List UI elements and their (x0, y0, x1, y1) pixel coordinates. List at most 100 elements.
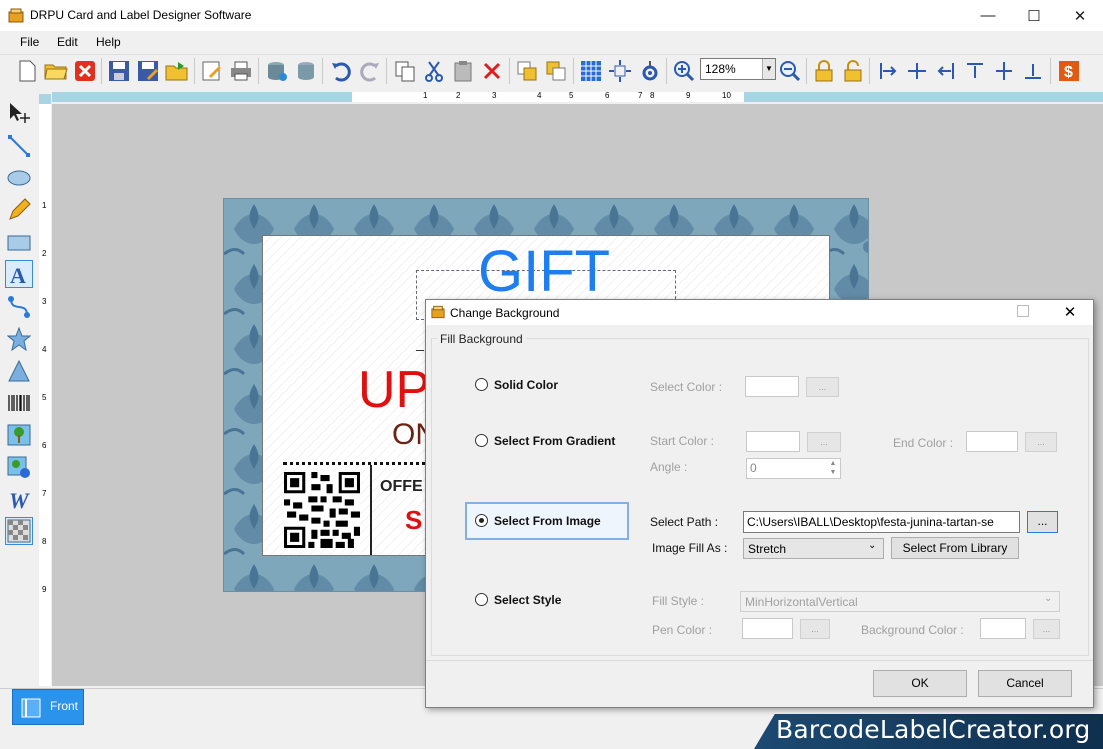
star-tool[interactable] (5, 325, 33, 353)
toolbar-separator (666, 58, 667, 84)
chevron-down-icon[interactable]: ▼ (762, 59, 775, 79)
align-bottom-button[interactable] (1020, 58, 1046, 84)
ellipse-icon (7, 170, 31, 186)
end-color-button: ... (1025, 432, 1057, 452)
image-path-input[interactable]: C:\Users\IBALL\Desktop\festa-junina-tart… (743, 511, 1020, 533)
undo-button[interactable] (328, 58, 354, 84)
print-button[interactable] (228, 58, 254, 84)
paste-icon (454, 61, 472, 82)
select-from-library-button[interactable]: Select From Library (891, 537, 1019, 559)
menu-help[interactable]: Help (96, 35, 121, 49)
line-icon (8, 135, 30, 157)
toolbar-separator (869, 58, 870, 84)
grid-button[interactable] (578, 58, 604, 84)
triangle-tool[interactable] (5, 357, 33, 385)
window-title: DRPU Card and Label Designer Software (30, 8, 252, 22)
close-button[interactable]: ✕ (1057, 0, 1103, 31)
ok-button[interactable]: OK (873, 670, 967, 697)
ruler-mark: 1 (423, 91, 428, 100)
save-button[interactable] (106, 58, 132, 84)
unlock-button[interactable] (840, 58, 866, 84)
toolbar-separator (806, 58, 807, 84)
align-top-button[interactable] (962, 58, 988, 84)
edit-properties-button[interactable] (199, 58, 225, 84)
delete-x-icon (483, 62, 501, 80)
offer-text[interactable]: OFFE (380, 478, 423, 496)
chevron-down-icon: ⌄ (868, 540, 877, 551)
zoom-in-button[interactable] (671, 58, 697, 84)
zoom-out-button[interactable] (777, 58, 803, 84)
align-right-button[interactable] (933, 58, 959, 84)
curve-icon (8, 296, 30, 318)
export-button[interactable] (164, 58, 190, 84)
image-fill-as-select[interactable]: Stretch (743, 538, 884, 559)
new-button[interactable] (14, 58, 40, 84)
qr-code[interactable] (284, 472, 360, 548)
image-library-tool[interactable] (5, 453, 33, 481)
align-center-button[interactable] (904, 58, 930, 84)
gradient-label: Select From Gradient (494, 434, 616, 448)
gift-text[interactable]: GIFT (478, 238, 610, 305)
line-tool[interactable] (5, 132, 33, 160)
curve-tool[interactable] (5, 293, 33, 321)
pencil-tool[interactable] (5, 196, 33, 224)
toolbar-separator (322, 58, 323, 84)
dialog-close-button[interactable]: ✕ (1056, 300, 1084, 325)
buy-button[interactable]: $ (1056, 58, 1082, 84)
settings-button[interactable] (636, 58, 662, 84)
rectangle-tool[interactable] (5, 229, 33, 257)
solid-color-label: Solid Color (494, 378, 558, 392)
bring-front-button[interactable] (514, 58, 540, 84)
close-file-button[interactable] (72, 58, 98, 84)
database-button[interactable] (293, 58, 319, 84)
minimize-button[interactable]: — (965, 0, 1011, 31)
zoom-out-icon (780, 61, 801, 82)
text-tool[interactable]: A (5, 260, 33, 288)
toolbar-separator (101, 58, 102, 84)
maximize-button[interactable]: ☐ (1011, 0, 1057, 31)
redo-button[interactable] (357, 58, 383, 84)
align-middle-button[interactable] (991, 58, 1017, 84)
align-bottom-icon (1025, 64, 1041, 79)
upto-text[interactable]: UP (358, 360, 430, 420)
word-art-tool[interactable]: W (5, 485, 33, 513)
cancel-button[interactable]: Cancel (978, 670, 1072, 697)
ruler-mark: 8 (650, 91, 655, 100)
toolbar-separator (386, 58, 387, 84)
ellipse-tool[interactable] (5, 164, 33, 192)
paste-button[interactable] (450, 58, 476, 84)
save-as-button[interactable] (135, 58, 161, 84)
browse-button[interactable]: ... (1027, 511, 1058, 533)
ruler-mark: 3 (492, 91, 497, 100)
gradient-radio[interactable] (475, 434, 488, 447)
cut-button[interactable] (421, 58, 447, 84)
ruler-mark: 4 (42, 345, 47, 354)
image-radio[interactable] (475, 514, 488, 527)
image-fill-as-label: Image Fill As : (652, 541, 728, 555)
menu-edit[interactable]: Edit (57, 35, 78, 49)
dotted-divider (283, 462, 433, 465)
save-as-icon (138, 61, 158, 81)
open-button[interactable] (43, 58, 69, 84)
vertical-ruler-marks: 1 2 3 4 5 6 7 8 9 (39, 104, 51, 686)
align-left-button[interactable] (875, 58, 901, 84)
menu-file[interactable]: File (20, 35, 39, 49)
ruler-mark: 7 (42, 489, 47, 498)
center-button[interactable] (607, 58, 633, 84)
delete-button[interactable] (479, 58, 505, 84)
send-back-button[interactable] (543, 58, 569, 84)
select-color-label: Select Color : (650, 380, 723, 394)
pencil-icon (9, 198, 31, 220)
sale-text[interactable]: S (405, 505, 422, 536)
barcode-tool[interactable] (5, 389, 33, 417)
copy-button[interactable] (392, 58, 418, 84)
style-radio[interactable] (475, 593, 488, 606)
select-tool[interactable] (5, 99, 33, 127)
picture-tool[interactable] (5, 421, 33, 449)
end-color-label: End Color : (893, 436, 954, 450)
lock-button[interactable] (811, 58, 837, 84)
ruler-mark: 9 (42, 585, 47, 594)
solid-color-radio[interactable] (475, 378, 488, 391)
database-add-button[interactable] (264, 58, 290, 84)
background-tool[interactable] (5, 517, 33, 545)
